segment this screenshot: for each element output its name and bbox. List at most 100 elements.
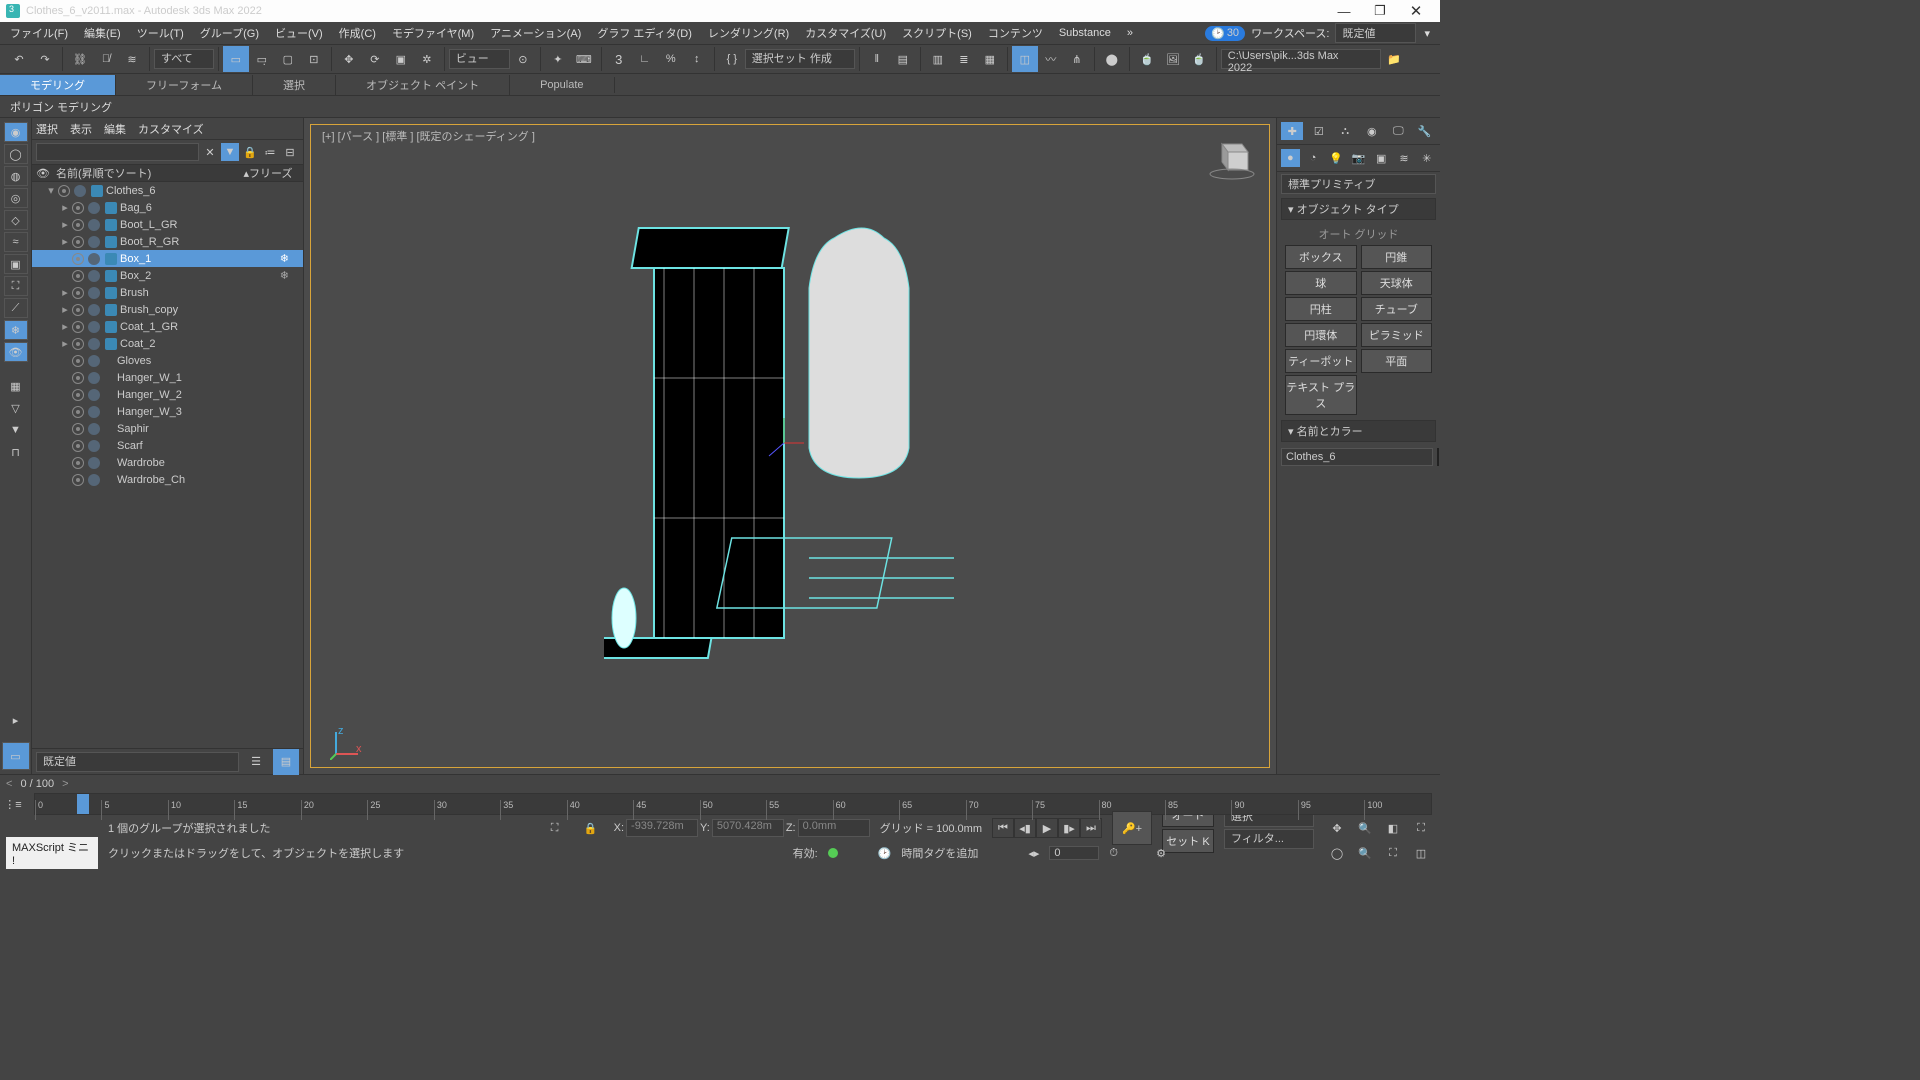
- minimize-button[interactable]: —: [1326, 4, 1362, 19]
- visibility-icon[interactable]: [72, 474, 84, 486]
- toggle-ribbon-icon[interactable]: ▦: [977, 46, 1003, 72]
- filter-selection-icon[interactable]: ▼: [221, 143, 239, 161]
- expand-panel-icon[interactable]: ▸: [4, 710, 28, 730]
- freeze-dot-icon[interactable]: [88, 202, 100, 214]
- menu-view[interactable]: ビュー(V): [267, 23, 331, 43]
- fov-icon[interactable]: ◧: [1380, 815, 1406, 841]
- next-frame-icon[interactable]: ▮▸: [1058, 818, 1080, 838]
- tree-node[interactable]: Scarf: [32, 437, 303, 454]
- tree-node[interactable]: ▸Brush_copy: [32, 301, 303, 318]
- schematic-view-icon[interactable]: ⋔: [1064, 46, 1090, 72]
- goto-end-icon[interactable]: ⏭: [1080, 818, 1102, 838]
- display-lights-icon[interactable]: ◍: [4, 166, 28, 186]
- prim-tube[interactable]: チューブ: [1361, 297, 1433, 321]
- isolate-icon[interactable]: ⛶: [542, 815, 568, 841]
- ribbon-tab-modeling[interactable]: モデリング: [0, 75, 116, 95]
- tree-node[interactable]: Hanger_W_2: [32, 386, 303, 403]
- named-selection-sets[interactable]: 選択セット 作成: [745, 49, 855, 69]
- ref-coord-system[interactable]: ビュー: [449, 49, 510, 69]
- display-options-icon[interactable]: ⊓: [4, 442, 28, 462]
- visibility-icon[interactable]: [72, 219, 84, 231]
- workspace-chevron-icon[interactable]: ▾: [1416, 25, 1438, 42]
- placement-icon[interactable]: ✲: [414, 46, 440, 72]
- tree-node[interactable]: Saphir: [32, 420, 303, 437]
- display-containers-icon[interactable]: ❄: [4, 320, 28, 340]
- freeze-dot-icon[interactable]: [88, 304, 100, 316]
- menu-substance[interactable]: Substance: [1051, 25, 1119, 41]
- viewport-label[interactable]: [+] [パース ] [標準 ] [既定のシェーディング ]: [322, 128, 535, 144]
- visibility-icon[interactable]: [72, 287, 84, 299]
- frozen-icon[interactable]: ❄: [280, 269, 289, 282]
- tree-node[interactable]: ▸Bag_6: [32, 199, 303, 216]
- spacewarps-cat-icon[interactable]: ≋: [1395, 149, 1414, 167]
- spinner-snap-icon[interactable]: ↕: [684, 46, 710, 72]
- prim-cone[interactable]: 円錐: [1361, 245, 1433, 269]
- menu-file[interactable]: ファイル(F): [2, 23, 76, 43]
- key-step-icon[interactable]: ◂▸: [1028, 847, 1039, 860]
- display-bone-icon[interactable]: ⟋: [4, 298, 28, 318]
- display-shapes-icon[interactable]: ◯: [4, 144, 28, 164]
- frozen-icon[interactable]: ❄: [280, 252, 289, 265]
- modify-tab-icon[interactable]: ☑: [1308, 122, 1330, 140]
- freeze-dot-icon[interactable]: [88, 321, 100, 333]
- lock-icon[interactable]: 🔒: [241, 143, 259, 161]
- frame-next-icon[interactable]: >: [62, 778, 68, 790]
- tree-node[interactable]: Hanger_W_1: [32, 369, 303, 386]
- utilities-tab-icon[interactable]: 🔧: [1414, 122, 1436, 140]
- prim-plane[interactable]: 平面: [1361, 349, 1433, 373]
- freeze-dot-icon[interactable]: [88, 423, 100, 435]
- prim-geosphere[interactable]: 天球体: [1361, 271, 1433, 295]
- tree-node[interactable]: Wardrobe_Ch: [32, 471, 303, 488]
- visibility-icon[interactable]: [72, 423, 84, 435]
- visibility-icon[interactable]: [72, 202, 84, 214]
- scene-menu-display[interactable]: 表示: [70, 121, 92, 137]
- layer-view-icon[interactable]: ▤: [273, 749, 299, 775]
- freeze-dot-icon[interactable]: [88, 287, 100, 299]
- close-button[interactable]: ✕: [1398, 2, 1434, 20]
- freeze-dot-icon[interactable]: [88, 457, 100, 469]
- maximize-button[interactable]: ❐: [1362, 3, 1398, 19]
- lights-cat-icon[interactable]: 💡: [1326, 149, 1345, 167]
- display-xrefs-icon[interactable]: ⛶: [4, 276, 28, 296]
- motion-tab-icon[interactable]: ◉: [1361, 122, 1383, 140]
- rotate-icon[interactable]: ⟳: [362, 46, 388, 72]
- layer-combo[interactable]: 既定値: [36, 752, 239, 772]
- visibility-icon[interactable]: [72, 457, 84, 469]
- bind-spacewarp-icon[interactable]: ≋: [119, 46, 145, 72]
- time-ruler[interactable]: 0510152025303540455055606570758085909510…: [34, 793, 1432, 815]
- coord-y[interactable]: 5070.428m: [712, 819, 784, 837]
- shapes-cat-icon[interactable]: ◔: [1304, 149, 1323, 167]
- geometry-cat-icon[interactable]: ●: [1281, 149, 1300, 167]
- select-object-icon[interactable]: ▭: [223, 46, 249, 72]
- sync-selection-icon[interactable]: ≔: [261, 143, 279, 161]
- coord-x[interactable]: -939.728m: [626, 819, 698, 837]
- menu-script[interactable]: スクリプト(S): [894, 23, 980, 43]
- select-name-icon[interactable]: ▭̣: [249, 46, 275, 72]
- prim-teapot[interactable]: ティーポット: [1285, 349, 1357, 373]
- scene-columns-header[interactable]: 👁 名前(昇順でソート) ▴ フリーズ: [32, 164, 303, 182]
- menu-overflow-icon[interactable]: »: [1119, 25, 1141, 41]
- viewport[interactable]: [+] [パース ] [標準 ] [既定のシェーディング ]: [304, 118, 1276, 774]
- current-frame-input[interactable]: 0: [1049, 846, 1099, 860]
- menu-group[interactable]: グループ(G): [192, 23, 267, 43]
- toggle-scene-explorer-icon[interactable]: ▥: [925, 46, 951, 72]
- visibility-icon[interactable]: [58, 185, 70, 197]
- scene-menu-edit[interactable]: 編集: [104, 121, 126, 137]
- freeze-dot-icon[interactable]: [88, 406, 100, 418]
- maximize-viewport-icon[interactable]: ⛶: [1380, 840, 1406, 866]
- display-helpers-icon[interactable]: ◇: [4, 210, 28, 230]
- display-tab-icon[interactable]: 🖵: [1387, 122, 1409, 140]
- prim-textplus[interactable]: テキスト プラス: [1285, 375, 1357, 415]
- zoom-extents-icon[interactable]: ⛶: [1408, 815, 1434, 841]
- render-framewindow-icon[interactable]: 🖼: [1160, 46, 1186, 72]
- select-region-cross-icon[interactable]: ⊡: [301, 46, 327, 72]
- selection-filter[interactable]: すべて: [154, 49, 214, 69]
- tree-node[interactable]: ▸Coat_2: [32, 335, 303, 352]
- visibility-icon[interactable]: [72, 355, 84, 367]
- frame-prev-icon[interactable]: <: [6, 778, 12, 790]
- undo-icon[interactable]: ↶: [6, 46, 32, 72]
- menu-customize[interactable]: カスタマイズ(U): [797, 23, 894, 43]
- angle-snap-icon[interactable]: ∟: [632, 46, 658, 72]
- pan-view-icon[interactable]: ✥: [1324, 815, 1350, 841]
- cameras-cat-icon[interactable]: 📷: [1349, 149, 1368, 167]
